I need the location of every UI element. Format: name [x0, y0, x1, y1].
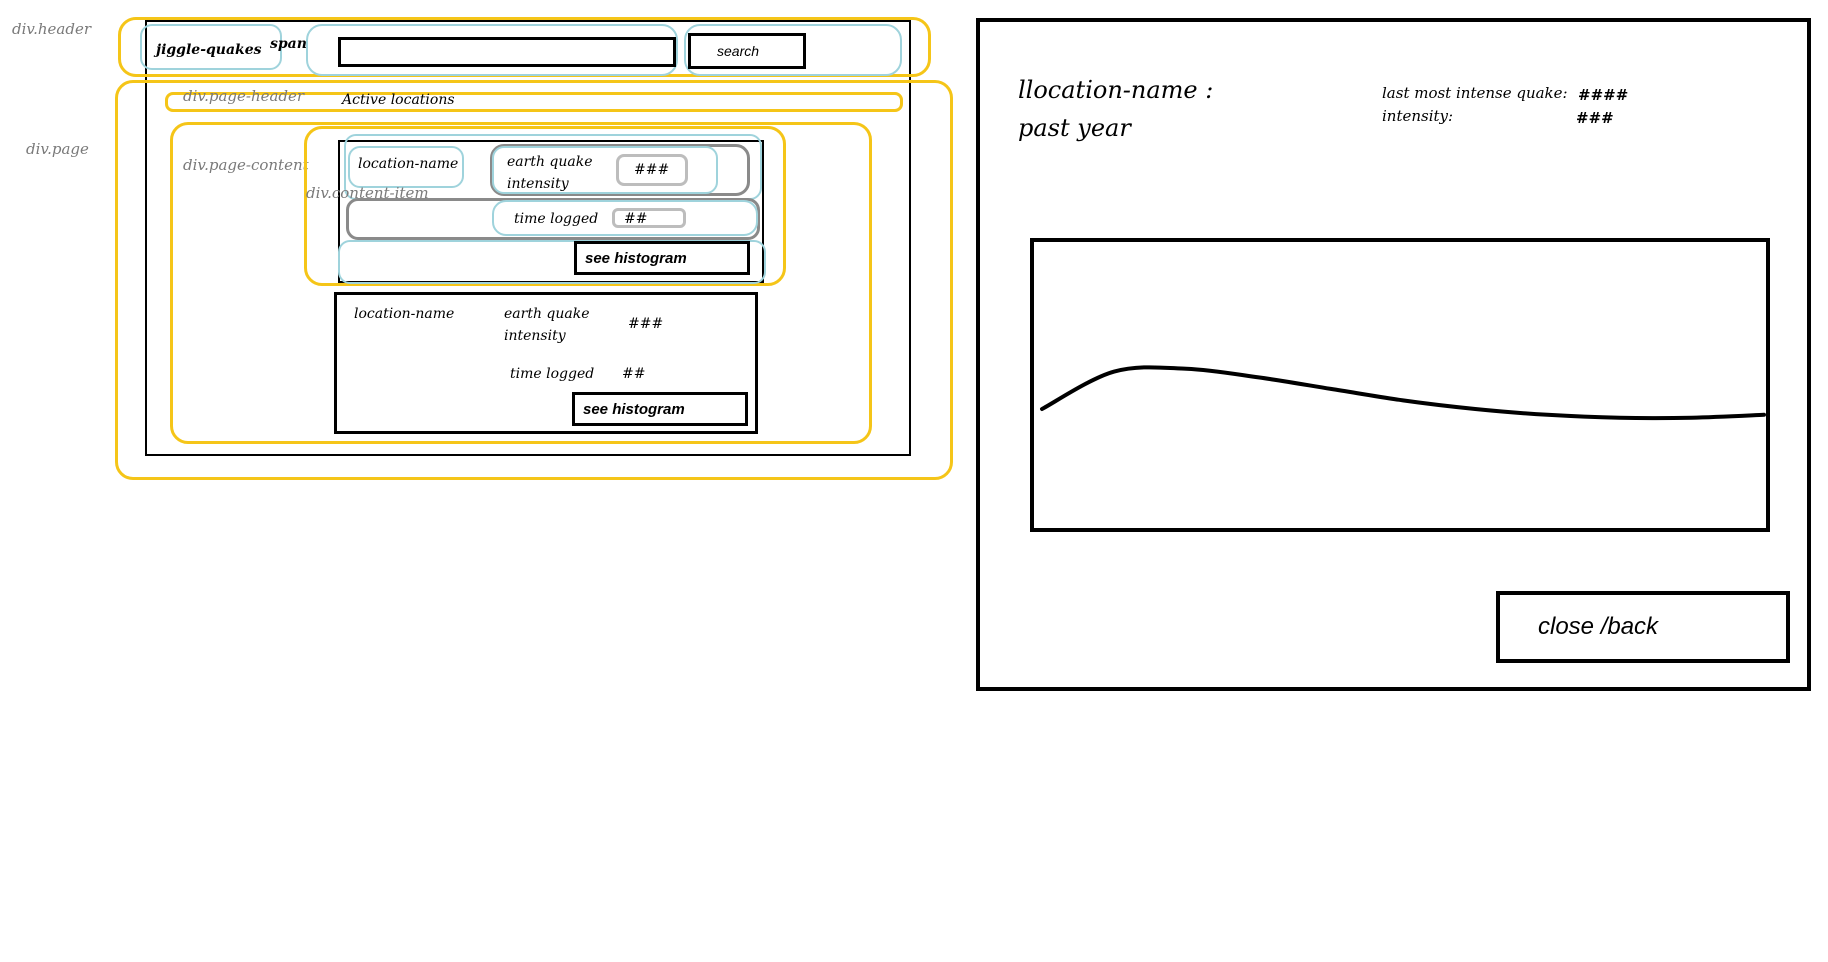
item-1-time-value: ## — [624, 211, 648, 227]
last-quake-label: last most intense quake: — [1382, 84, 1568, 102]
item-1-intensity-value: ### — [634, 162, 670, 178]
close-back-button[interactable]: close /back — [1496, 591, 1790, 663]
close-back-label: close /back — [1538, 613, 1659, 640]
item-1-time-label: time logged — [514, 211, 599, 227]
histogram-chart — [1030, 238, 1770, 532]
search-input[interactable] — [338, 37, 676, 67]
item-2-histogram-label: see histogram — [583, 400, 685, 418]
item-1-intensity-label-2: intensity — [507, 176, 569, 192]
detail-intensity-value: ### — [1576, 109, 1614, 127]
annotation-header: div.header — [12, 20, 91, 38]
item-2-time-value: ## — [622, 366, 646, 382]
item-2-time-label: time logged — [510, 366, 595, 382]
detail-intensity-label: intensity: — [1382, 107, 1454, 125]
annotation-page-header: div.page-header — [183, 87, 305, 105]
search-button-label: search — [717, 43, 760, 59]
item-2-intensity-label-2: intensity — [504, 328, 566, 344]
last-quake-value: #### — [1578, 86, 1629, 104]
item-2-intensity-value: ### — [628, 316, 664, 332]
page-title: Active locations — [342, 92, 455, 108]
search-button[interactable]: search — [688, 33, 806, 69]
app-logo: jiggle-quakes — [156, 42, 262, 58]
item-1-intensity-label-1: earth quake — [507, 154, 593, 170]
annotation-page: div.page — [26, 140, 89, 158]
item-1-histogram-button[interactable]: see histogram — [574, 241, 750, 275]
chart-frame — [1030, 238, 1770, 532]
item-2-intensity-label-1: earth quake — [504, 306, 590, 322]
detail-period: past year — [1018, 114, 1131, 142]
item-2-histogram-button[interactable]: see histogram — [572, 392, 748, 426]
item-1-histogram-label: see histogram — [585, 249, 687, 267]
detail-location-title: llocation-name : — [1018, 76, 1214, 104]
item-2-location: location-name — [354, 306, 455, 322]
annotation-page-content: div.page-content — [183, 156, 309, 174]
span-label: span — [270, 36, 307, 52]
item-1-location: location-name — [358, 156, 459, 172]
